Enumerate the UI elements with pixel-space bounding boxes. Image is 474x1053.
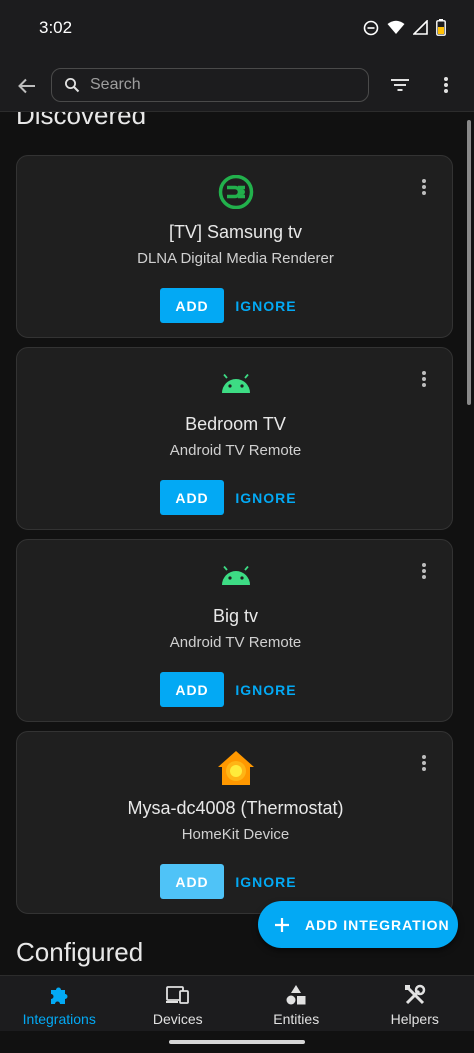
ignore-button[interactable]: IGNORE <box>233 864 299 899</box>
android-icon <box>221 566 250 585</box>
card-title: [TV] Samsung tv <box>168 222 303 242</box>
status-time: 3:02 <box>39 18 73 37</box>
overflow-menu-button[interactable] <box>434 71 458 99</box>
nav-item-devices[interactable]: Devices <box>119 976 238 1031</box>
devices-icon <box>165 983 190 1007</box>
discovered-card: Mysa-dc4008 (Thermostat) HomeKit Device … <box>16 731 453 914</box>
card-icon-wrap <box>17 558 454 594</box>
add-button[interactable]: ADD <box>160 672 224 707</box>
plus-icon <box>272 915 292 935</box>
card-title: Bedroom TV <box>185 414 286 434</box>
homekit-icon <box>217 751 254 785</box>
ignore-button[interactable]: IGNORE <box>233 480 299 515</box>
ignore-button[interactable]: IGNORE <box>233 672 299 707</box>
filter-button[interactable] <box>386 71 414 99</box>
puzzle-icon <box>47 983 71 1007</box>
status-bar: 3:02 <box>0 0 474 58</box>
back-button[interactable] <box>12 71 42 101</box>
integrations-content[interactable]: Discovered [TV] Samsung tv DLNA Digital … <box>0 112 474 975</box>
scrollbar[interactable] <box>467 120 471 405</box>
battery-icon <box>436 19 446 36</box>
app-bar <box>0 58 474 112</box>
search-box[interactable] <box>51 68 369 102</box>
card-icon-wrap <box>17 366 454 402</box>
status-icons <box>363 19 446 36</box>
discovered-card: Bedroom TV Android TV Remote ADD IGNORE <box>16 347 453 530</box>
nav-label: Devices <box>152 1011 203 1027</box>
add-integration-label: ADD INTEGRATION <box>305 916 450 933</box>
discovered-card: Big tv Android TV Remote ADD IGNORE <box>16 539 453 722</box>
more-vert-icon <box>444 77 448 93</box>
add-button[interactable]: ADD <box>160 288 224 323</box>
gesture-handle[interactable] <box>169 1040 305 1044</box>
tools-icon <box>403 983 427 1007</box>
add-button[interactable]: ADD <box>160 864 224 899</box>
filter-icon <box>391 79 409 91</box>
signal-icon <box>413 20 428 35</box>
search-input[interactable] <box>90 74 360 96</box>
nav-item-integrations[interactable]: Integrations <box>0 976 119 1031</box>
card-title: Mysa-dc4008 (Thermostat) <box>127 798 344 818</box>
entities-icon <box>284 983 308 1007</box>
card-icon-wrap <box>17 750 454 786</box>
configured-heading: Configured <box>16 937 144 967</box>
add-integration-button[interactable]: ADD INTEGRATION <box>258 901 458 948</box>
ignore-button[interactable]: IGNORE <box>233 288 299 323</box>
nav-label: Integrations <box>22 1011 96 1027</box>
arrow-back-icon <box>18 78 35 94</box>
search-icon <box>65 78 80 93</box>
card-subtitle: Android TV Remote <box>169 634 302 651</box>
card-subtitle: DLNA Digital Media Renderer <box>137 250 334 267</box>
card-subtitle: HomeKit Device <box>181 826 290 843</box>
discovered-card: [TV] Samsung tv DLNA Digital Media Rende… <box>16 155 453 338</box>
nav-label: Entities <box>273 1011 320 1027</box>
dlna-icon <box>218 175 253 209</box>
add-button[interactable]: ADD <box>160 480 224 515</box>
nav-item-helpers[interactable]: Helpers <box>356 976 474 1031</box>
dnd-icon <box>363 20 379 35</box>
card-subtitle: Android TV Remote <box>169 442 302 459</box>
card-title: Big tv <box>212 606 259 626</box>
wifi-icon <box>387 20 405 34</box>
bottom-navigation: Integrations Devices Entities Helpers <box>0 975 474 1031</box>
nav-label: Helpers <box>390 1011 439 1027</box>
card-icon-wrap <box>17 174 454 210</box>
android-icon <box>221 374 250 393</box>
discovered-heading: Discovered <box>16 112 147 130</box>
gesture-area <box>0 1031 474 1053</box>
nav-item-entities[interactable]: Entities <box>237 976 356 1031</box>
